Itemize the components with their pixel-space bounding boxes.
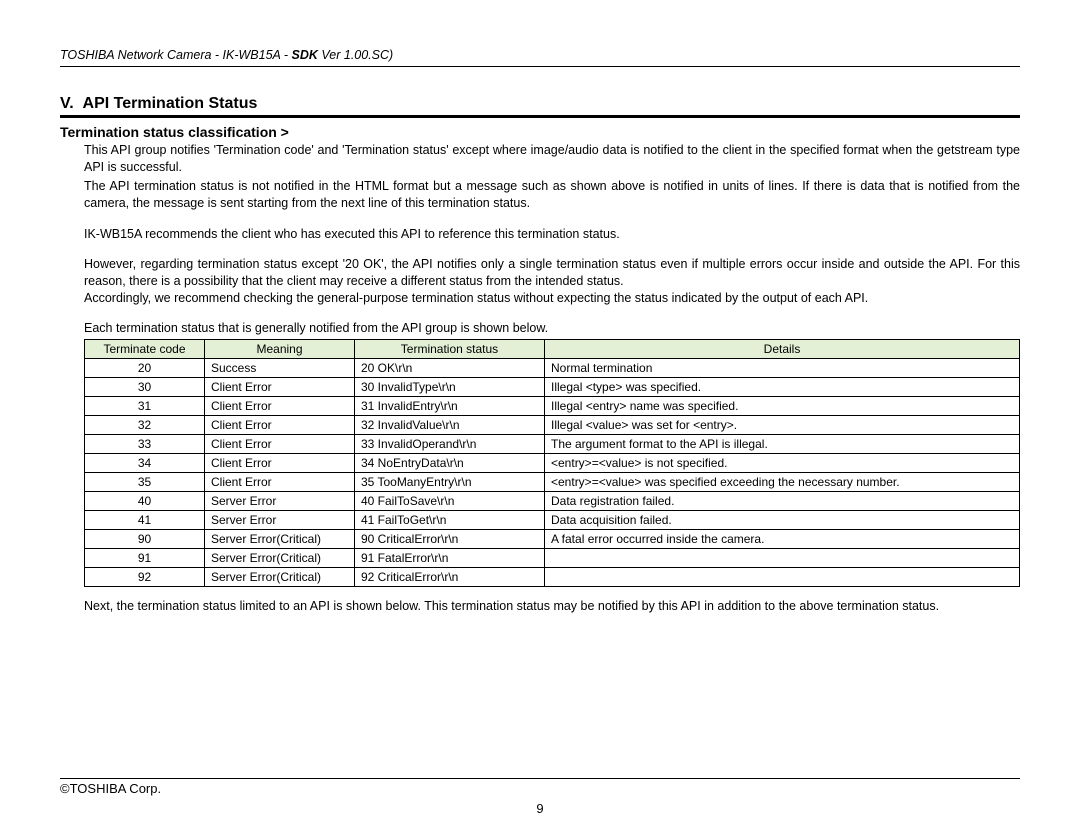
table-header-row: Terminate code Meaning Termination statu… bbox=[85, 340, 1020, 359]
table-row: 20Success20 OK\r\nNormal termination bbox=[85, 359, 1020, 378]
table-intro: Each termination status that is generall… bbox=[84, 321, 1020, 335]
product-name: TOSHIBA Network Camera - IK-WB15A - bbox=[60, 48, 292, 62]
after-table-paragraph: Next, the termination status limited to … bbox=[84, 599, 1020, 613]
cell-status: 20 OK\r\n bbox=[355, 359, 545, 378]
cell-details: <entry>=<value> is not specified. bbox=[545, 454, 1020, 473]
cell-meaning: Server Error(Critical) bbox=[205, 568, 355, 587]
cell-details: Data registration failed. bbox=[545, 492, 1020, 511]
cell-code: 33 bbox=[85, 435, 205, 454]
cell-status: 41 FailToGet\r\n bbox=[355, 511, 545, 530]
doc-header: TOSHIBA Network Camera - IK-WB15A - SDK … bbox=[60, 48, 1020, 62]
table-row: 30Client Error30 InvalidType\r\nIllegal … bbox=[85, 378, 1020, 397]
cell-meaning: Client Error bbox=[205, 397, 355, 416]
cell-code: 40 bbox=[85, 492, 205, 511]
cell-details: <entry>=<value> was specified exceeding … bbox=[545, 473, 1020, 492]
cell-code: 91 bbox=[85, 549, 205, 568]
table-row: 92Server Error(Critical)92 CriticalError… bbox=[85, 568, 1020, 587]
cell-code: 20 bbox=[85, 359, 205, 378]
copyright: ©TOSHIBA Corp. bbox=[60, 781, 161, 796]
section-number: V. bbox=[60, 95, 74, 112]
cell-details: The argument format to the API is illega… bbox=[545, 435, 1020, 454]
cell-meaning: Server Error bbox=[205, 492, 355, 511]
termination-table: Terminate code Meaning Termination statu… bbox=[84, 339, 1020, 587]
th-meaning: Meaning bbox=[205, 340, 355, 359]
cell-meaning: Server Error(Critical) bbox=[205, 549, 355, 568]
table-row: 32Client Error32 InvalidValue\r\nIllegal… bbox=[85, 416, 1020, 435]
cell-meaning: Server Error bbox=[205, 511, 355, 530]
cell-status: 90 CriticalError\r\n bbox=[355, 530, 545, 549]
cell-code: 32 bbox=[85, 416, 205, 435]
paragraph-1: This API group notifies 'Termination cod… bbox=[84, 142, 1020, 176]
paragraph-4: However, regarding termination status ex… bbox=[84, 256, 1020, 290]
cell-code: 35 bbox=[85, 473, 205, 492]
table-row: 34Client Error34 NoEntryData\r\n<entry>=… bbox=[85, 454, 1020, 473]
cell-meaning: Server Error(Critical) bbox=[205, 530, 355, 549]
cell-code: 90 bbox=[85, 530, 205, 549]
paragraph-4-5: However, regarding termination status ex… bbox=[84, 256, 1020, 307]
table-row: 33Client Error33 InvalidOperand\r\nThe a… bbox=[85, 435, 1020, 454]
version-text: Ver 1.00.SC) bbox=[318, 48, 393, 62]
section-heading: V. API Termination Status bbox=[60, 95, 1020, 113]
cell-status: 40 FailToSave\r\n bbox=[355, 492, 545, 511]
paragraph-2: The API termination status is not notifi… bbox=[84, 178, 1020, 212]
cell-details: Normal termination bbox=[545, 359, 1020, 378]
cell-details bbox=[545, 549, 1020, 568]
footer: ©TOSHIBA Corp. bbox=[60, 778, 1020, 796]
table-row: 40Server Error40 FailToSave\r\nData regi… bbox=[85, 492, 1020, 511]
cell-status: 35 TooManyEntry\r\n bbox=[355, 473, 545, 492]
cell-meaning: Client Error bbox=[205, 378, 355, 397]
paragraph-3: IK-WB15A recommends the client who has e… bbox=[84, 226, 1020, 243]
cell-status: 34 NoEntryData\r\n bbox=[355, 454, 545, 473]
cell-meaning: Client Error bbox=[205, 416, 355, 435]
header-rule bbox=[60, 66, 1020, 67]
cell-code: 31 bbox=[85, 397, 205, 416]
table-row: 90Server Error(Critical)90 CriticalError… bbox=[85, 530, 1020, 549]
paragraph-5: Accordingly, we recommend checking the g… bbox=[84, 290, 1020, 307]
cell-details bbox=[545, 568, 1020, 587]
subsection-heading: Termination status classification > bbox=[60, 124, 1020, 140]
cell-code: 41 bbox=[85, 511, 205, 530]
table-row: 35Client Error35 TooManyEntry\r\n<entry>… bbox=[85, 473, 1020, 492]
cell-code: 30 bbox=[85, 378, 205, 397]
cell-status: 91 FatalError\r\n bbox=[355, 549, 545, 568]
cell-details: Illegal <value> was set for <entry>. bbox=[545, 416, 1020, 435]
table-row: 31Client Error31 InvalidEntry\r\nIllegal… bbox=[85, 397, 1020, 416]
cell-status: 30 InvalidType\r\n bbox=[355, 378, 545, 397]
cell-meaning: Client Error bbox=[205, 473, 355, 492]
cell-details: Illegal <entry> name was specified. bbox=[545, 397, 1020, 416]
table-row: 91Server Error(Critical)91 FatalError\r\… bbox=[85, 549, 1020, 568]
th-status: Termination status bbox=[355, 340, 545, 359]
page-number: 9 bbox=[0, 801, 1080, 816]
cell-status: 32 InvalidValue\r\n bbox=[355, 416, 545, 435]
cell-code: 34 bbox=[85, 454, 205, 473]
cell-details: Data acquisition failed. bbox=[545, 511, 1020, 530]
cell-details: A fatal error occurred inside the camera… bbox=[545, 530, 1020, 549]
sdk-label: SDK bbox=[292, 48, 318, 62]
table-row: 41Server Error41 FailToGet\r\nData acqui… bbox=[85, 511, 1020, 530]
cell-meaning: Client Error bbox=[205, 454, 355, 473]
cell-status: 92 CriticalError\r\n bbox=[355, 568, 545, 587]
cell-details: Illegal <type> was specified. bbox=[545, 378, 1020, 397]
cell-status: 31 InvalidEntry\r\n bbox=[355, 397, 545, 416]
th-details: Details bbox=[545, 340, 1020, 359]
cell-status: 33 InvalidOperand\r\n bbox=[355, 435, 545, 454]
cell-meaning: Client Error bbox=[205, 435, 355, 454]
th-code: Terminate code bbox=[85, 340, 205, 359]
footer-rule bbox=[60, 778, 1020, 779]
section-rule bbox=[60, 115, 1020, 118]
cell-code: 92 bbox=[85, 568, 205, 587]
section-title: API Termination Status bbox=[83, 95, 258, 112]
cell-meaning: Success bbox=[205, 359, 355, 378]
